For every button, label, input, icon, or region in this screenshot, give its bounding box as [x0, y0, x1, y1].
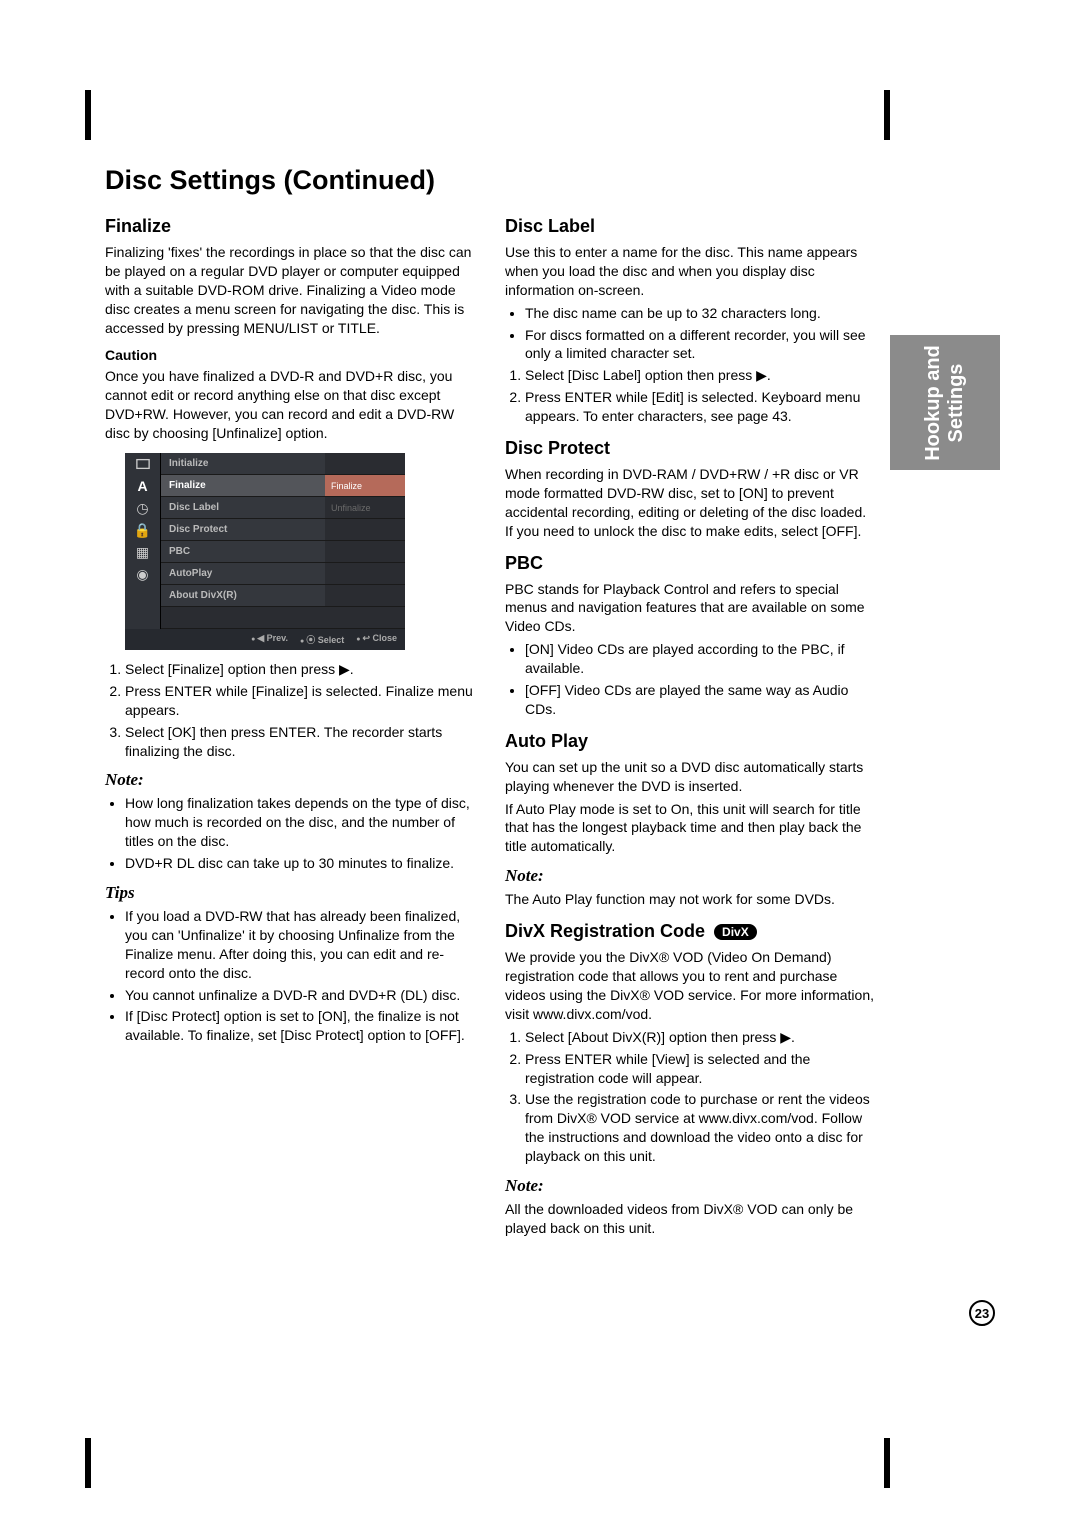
osd-item-value [325, 541, 405, 563]
osd-item-value: Finalize [325, 475, 405, 497]
list-item: [ON] Video CDs are played according to t… [525, 640, 875, 678]
caution-text: Once you have finalized a DVD-R and DVD+… [105, 367, 475, 443]
osd-select: ⦿ Select [300, 633, 344, 646]
finalize-heading: Finalize [105, 216, 475, 237]
left-column: Finalize Finalizing 'fixes' the recordin… [105, 216, 475, 1242]
list-item: You cannot unfinalize a DVD-R and DVD+R … [125, 986, 475, 1005]
autoplay-p1: You can set up the unit so a DVD disc au… [505, 758, 875, 796]
disc-label-steps: Select [Disc Label] option then press ▶.… [505, 366, 875, 426]
pbc-heading: PBC [505, 553, 875, 574]
clock-icon: ◷ [125, 497, 161, 519]
letter-a-icon: A [125, 475, 161, 497]
finalize-steps: Select [Finalize] option then press ▶. P… [105, 660, 475, 760]
finalize-tips: If you load a DVD-RW that has already be… [105, 907, 475, 1045]
crop-mark [884, 1438, 890, 1488]
note-label: Note: [105, 770, 475, 790]
list-item: [OFF] Video CDs are played the same way … [525, 681, 875, 719]
osd-item-value [325, 453, 405, 475]
list-item: The disc name can be up to 32 characters… [525, 304, 875, 323]
film-icon: ▦ [125, 541, 161, 563]
osd-item-label: Disc Protect [161, 519, 325, 541]
finalize-notes: How long finalization takes depends on t… [105, 794, 475, 873]
autoplay-note: The Auto Play function may not work for … [505, 890, 875, 909]
osd-item-label: About DivX(R) [161, 585, 325, 607]
list-item: Select [Disc Label] option then press ▶. [525, 366, 875, 385]
section-tab-line2: Settings [945, 363, 967, 442]
crop-mark [85, 90, 91, 140]
osd-item-label: Disc Label [161, 497, 325, 519]
divx-badge-icon: DivX [714, 924, 757, 940]
tips-label: Tips [105, 883, 475, 903]
divx-heading: DivX Registration Code DivX [505, 921, 875, 942]
divx-intro: We provide you the DivX® VOD (Video On D… [505, 948, 875, 1024]
section-tab: Hookup and Settings [890, 335, 1000, 470]
finalize-intro: Finalizing 'fixes' the recordings in pla… [105, 243, 475, 337]
note-label: Note: [505, 866, 875, 886]
osd-item-label: AutoPlay [161, 563, 325, 585]
osd-close: ↩ Close [356, 633, 397, 646]
list-item: For discs formatted on a different recor… [525, 326, 875, 364]
list-item: If [Disc Protect] option is set to [ON],… [125, 1007, 475, 1045]
list-item: Use the registration code to purchase or… [525, 1090, 875, 1166]
list-item: Select [OK] then press ENTER. The record… [125, 723, 475, 761]
autoplay-heading: Auto Play [505, 731, 875, 752]
blank-icon [125, 585, 161, 607]
tv-icon [125, 453, 161, 475]
lock-icon: 🔒 [125, 519, 161, 541]
pbc-intro: PBC stands for Playback Control and refe… [505, 580, 875, 637]
autoplay-p2: If Auto Play mode is set to On, this uni… [505, 800, 875, 857]
right-column: Disc Label Use this to enter a name for … [505, 216, 875, 1242]
osd-item-value [325, 519, 405, 541]
divx-note: All the downloaded videos from DivX® VOD… [505, 1200, 875, 1238]
disc-label-bullets: The disc name can be up to 32 characters… [505, 304, 875, 364]
osd-item-label: Initialize [161, 453, 325, 475]
crop-mark [884, 90, 890, 140]
osd-prev: ◀ Prev. [251, 633, 288, 646]
disc-label-intro: Use this to enter a name for the disc. T… [505, 243, 875, 300]
osd-item-value [325, 585, 405, 607]
list-item: DVD+R DL disc can take up to 30 minutes … [125, 854, 475, 873]
pbc-bullets: [ON] Video CDs are played according to t… [505, 640, 875, 719]
note-label: Note: [505, 1176, 875, 1196]
caution-label: Caution [105, 347, 475, 363]
osd-item-label: PBC [161, 541, 325, 563]
disc-label-heading: Disc Label [505, 216, 875, 237]
osd-item-value [325, 563, 405, 585]
list-item: Press ENTER while [Edit] is selected. Ke… [525, 388, 875, 426]
list-item: If you load a DVD-RW that has already be… [125, 907, 475, 983]
list-item: How long finalization takes depends on t… [125, 794, 475, 851]
list-item: Select [Finalize] option then press ▶. [125, 660, 475, 679]
disc-protect-text: When recording in DVD-RAM / DVD+RW / +R … [505, 465, 875, 541]
list-item: Press ENTER while [View] is selected and… [525, 1050, 875, 1088]
osd-item-value: Unfinalize [325, 497, 405, 519]
list-item: Select [About DivX(R)] option then press… [525, 1028, 875, 1047]
osd-footer: ◀ Prev. ⦿ Select ↩ Close [125, 629, 405, 650]
list-item: Press ENTER while [Finalize] is selected… [125, 682, 475, 720]
divx-heading-text: DivX Registration Code [505, 921, 705, 941]
page-number: 23 [969, 1300, 995, 1326]
page-title: Disc Settings (Continued) [105, 165, 875, 196]
osd-menu-screenshot: Initialize AFinalizeFinalize ◷Disc Label… [125, 453, 405, 650]
section-tab-line1: Hookup and [922, 345, 944, 461]
page-content: Disc Settings (Continued) Finalize Final… [105, 165, 875, 1242]
divx-steps: Select [About DivX(R)] option then press… [505, 1028, 875, 1166]
disc-protect-heading: Disc Protect [505, 438, 875, 459]
disc-icon: ◉ [125, 563, 161, 585]
osd-item-label: Finalize [161, 475, 325, 497]
crop-mark [85, 1438, 91, 1488]
